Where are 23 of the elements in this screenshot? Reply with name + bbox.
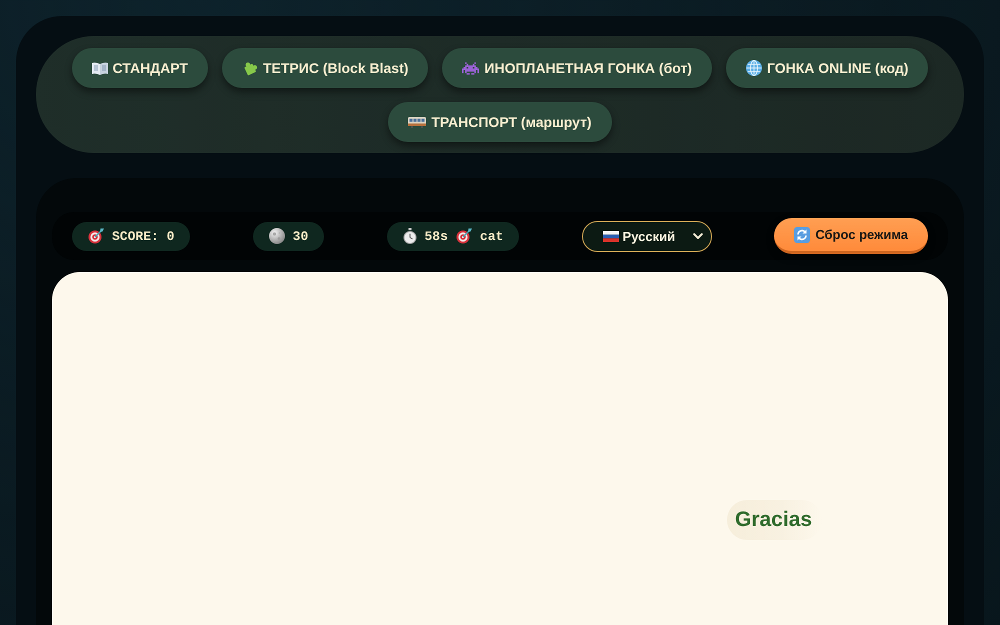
globe-icon	[746, 60, 762, 76]
moon-icon	[268, 228, 285, 244]
mode-button[interactable]: ТЕТРИС (Block Blast)	[222, 48, 428, 88]
dart-target-icon	[456, 228, 472, 244]
chevron-down-icon	[693, 232, 704, 240]
flag-icon	[602, 230, 619, 242]
refresh-icon	[794, 226, 810, 242]
dart-target-icon	[88, 228, 104, 244]
target-word: cat	[480, 228, 504, 244]
mode-button[interactable]: СТАНДАРТ	[72, 48, 208, 88]
mode-button[interactable]: ИНОПЛАНЕТНАЯ ГОНКА (бот)	[442, 48, 712, 88]
score-text: SCORE: 0	[112, 228, 174, 244]
puzzle-piece-icon	[242, 60, 258, 76]
reset-mode-button[interactable]: Сброс режима	[774, 218, 928, 254]
moon-count: 30	[292, 228, 308, 244]
railcar-icon	[408, 116, 426, 128]
mode-button[interactable]: ГОНКА ONLINE (код)	[726, 48, 928, 88]
language-select[interactable]: Русский	[582, 220, 712, 252]
mode-button[interactable]: ТРАНСПОРТ (маршрут)	[388, 102, 612, 142]
stopwatch-icon	[402, 228, 416, 244]
time-left: 58s	[424, 228, 448, 244]
open-book-icon	[92, 62, 108, 74]
alien-monster-icon	[462, 62, 480, 74]
